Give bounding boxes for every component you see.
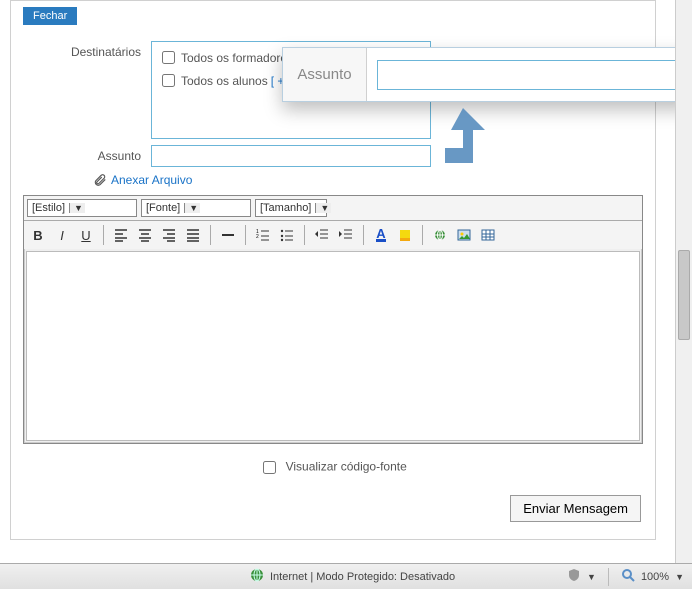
attach-row: Anexar Arquivo (93, 173, 655, 187)
paperclip-icon (93, 173, 107, 187)
font-combo[interactable]: [Fonte] ▼ (141, 199, 251, 217)
align-right-button[interactable] (158, 224, 180, 246)
subject-row: Assunto (11, 145, 655, 167)
image-button[interactable] (453, 224, 475, 246)
hr-button[interactable] (217, 224, 239, 246)
separator (245, 225, 246, 245)
align-left-button[interactable] (110, 224, 132, 246)
students-checkbox[interactable] (162, 74, 175, 87)
chevron-down-icon[interactable]: ▼ (675, 572, 684, 582)
svg-text:2: 2 (256, 234, 259, 240)
zoom-icon[interactable] (621, 568, 635, 585)
highlight-color-button[interactable] (394, 224, 416, 246)
font-combo-label: [Fonte] (142, 202, 184, 214)
subject-callout: Assunto (282, 47, 692, 102)
editor-toolbar-buttons: B I U 12 (24, 221, 642, 249)
globe-icon (250, 568, 264, 585)
separator (422, 225, 423, 245)
subject-label: Assunto (11, 145, 151, 163)
unordered-list-button[interactable] (276, 224, 298, 246)
table-button[interactable] (477, 224, 499, 246)
status-mode-text: Internet | Modo Protegido: Desativado (270, 571, 455, 583)
status-left: Internet | Modo Protegido: Desativado (0, 568, 455, 585)
separator (608, 568, 609, 586)
vertical-scrollbar[interactable] (675, 0, 692, 563)
richtext-editor: [Estilo] ▼ [Fonte] ▼ [Tamanho] ▼ B I U (23, 195, 643, 444)
trainers-label: Todos os formadores (181, 51, 293, 65)
subject-input[interactable] (151, 145, 431, 167)
security-icon[interactable] (567, 568, 581, 585)
view-source-checkbox[interactable] (263, 461, 276, 474)
underline-button[interactable]: U (75, 224, 97, 246)
align-center-button[interactable] (134, 224, 156, 246)
outdent-button[interactable] (311, 224, 333, 246)
separator (304, 225, 305, 245)
view-source-label: Visualizar código-fonte (286, 460, 407, 474)
italic-button[interactable]: I (51, 224, 73, 246)
attach-file-link[interactable]: Anexar Arquivo (111, 173, 192, 187)
status-right: ▼ 100% ▼ (567, 568, 692, 586)
callout-arrow-icon (435, 108, 485, 178)
close-button[interactable]: Fechar (23, 7, 77, 25)
size-combo-label: [Tamanho] (256, 202, 315, 214)
separator (363, 225, 364, 245)
link-button[interactable] (429, 224, 451, 246)
callout-subject-label: Assunto (283, 48, 367, 101)
editor-toolbar-combos: [Estilo] ▼ [Fonte] ▼ [Tamanho] ▼ (24, 196, 642, 221)
chevron-down-icon[interactable]: ▼ (587, 572, 596, 582)
text-color-button[interactable]: A (370, 224, 392, 246)
style-combo[interactable]: [Estilo] ▼ (27, 199, 137, 217)
separator (103, 225, 104, 245)
ordered-list-button[interactable]: 12 (252, 224, 274, 246)
editor-textarea[interactable] (26, 251, 640, 441)
indent-button[interactable] (335, 224, 357, 246)
send-button[interactable]: Enviar Mensagem (510, 495, 641, 522)
recipients-label: Destinatários (11, 41, 151, 59)
chevron-down-icon: ▼ (315, 203, 331, 213)
zoom-level-text: 100% (641, 571, 669, 583)
students-label: Todos os alunos (181, 74, 268, 88)
chevron-down-icon: ▼ (184, 203, 200, 213)
trainers-checkbox[interactable] (162, 51, 175, 64)
size-combo[interactable]: [Tamanho] ▼ (255, 199, 327, 217)
status-bar: Internet | Modo Protegido: Desativado ▼ … (0, 563, 692, 589)
view-source-row: Visualizar código-fonte (11, 458, 655, 477)
bold-button[interactable]: B (27, 224, 49, 246)
chevron-down-icon: ▼ (69, 203, 85, 213)
style-combo-label: [Estilo] (28, 202, 69, 214)
separator (210, 225, 211, 245)
scrollbar-thumb[interactable] (678, 250, 690, 340)
callout-subject-input[interactable] (377, 60, 681, 90)
align-justify-button[interactable] (182, 224, 204, 246)
